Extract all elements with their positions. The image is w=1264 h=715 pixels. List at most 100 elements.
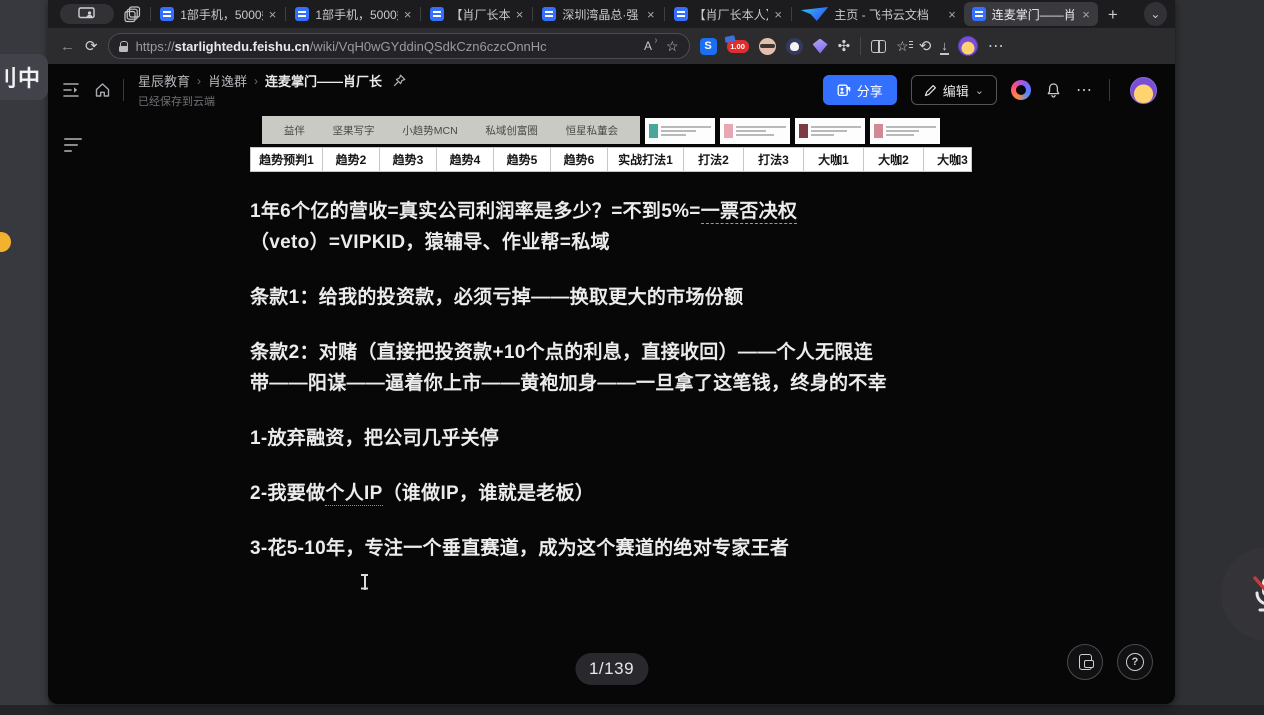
table-tab[interactable]: 实战打法1 xyxy=(608,148,684,171)
browser-tab-3[interactable]: 【肖厂长本人】 × xyxy=(422,2,531,26)
lock-icon[interactable] xyxy=(119,41,128,52)
share-button[interactable]: 分享 xyxy=(823,75,897,105)
home-icon[interactable] xyxy=(94,82,111,98)
breadcrumb-item-folder[interactable]: 肖逸群 xyxy=(208,71,247,90)
bookmark-star-icon[interactable]: ☆ xyxy=(666,38,679,55)
feishu-document-app: 星辰教育 › 肖逸群 › 连麦掌门——肖厂长 已经保存到云端 xyxy=(48,64,1175,704)
browser-tab-4[interactable]: 深圳湾晶总·强 × xyxy=(534,2,662,26)
paragraph-6: 3-花5-10年，专注一个垂直赛道，成为这个赛道的绝对专家王者 xyxy=(250,533,990,564)
comments-float-button[interactable] xyxy=(1067,644,1103,680)
refresh-icon[interactable]: ⟳ xyxy=(85,39,98,54)
benefit-label: 坚果写字 xyxy=(333,123,375,138)
bell-icon[interactable] xyxy=(1045,82,1062,99)
browser-tab-active[interactable]: 连麦掌门——肖厂 × xyxy=(964,2,1098,26)
breadcrumb-item-space[interactable]: 星辰教育 xyxy=(138,71,190,90)
feishu-doc-favicon xyxy=(160,7,174,21)
chevron-down-icon: ⌄ xyxy=(1150,7,1160,21)
downloads-icon[interactable]: ↓ xyxy=(941,38,948,55)
gradient-ring-icon[interactable] xyxy=(1011,80,1031,100)
extension-ghost-icon[interactable] xyxy=(786,38,803,55)
browser-profile-avatar[interactable] xyxy=(958,36,978,56)
address-bar[interactable]: https://starlightedu.feishu.cn/wiki/VqH0… xyxy=(108,33,690,59)
mic-muted-bubble[interactable] xyxy=(1221,547,1264,641)
extension-price-badge-icon[interactable]: 1.00 xyxy=(727,40,749,53)
extension-avatar-icon[interactable] xyxy=(759,38,776,55)
desktop-bottom-strip xyxy=(0,705,1264,715)
help-icon: ? xyxy=(1126,653,1144,671)
browser-tab-1[interactable]: 1部手机，5000好 × xyxy=(152,2,284,26)
tab-divider xyxy=(420,7,421,21)
browser-menu-icon[interactable]: ⋯ xyxy=(988,36,1005,56)
doc-body-text[interactable]: 1年6个亿的营收=真实公司利润率是多少？=不到5%=一票否决权 （veto）=V… xyxy=(250,196,990,588)
edit-button[interactable]: 编辑 ⌄ xyxy=(911,75,997,105)
breadcrumb-item-current[interactable]: 连麦掌门——肖厂长 xyxy=(265,71,382,90)
table-tab[interactable]: 趋势6 xyxy=(551,148,608,171)
tab-divider xyxy=(664,7,665,21)
browser-tab-6[interactable]: 主页 - 飞书云文档 × xyxy=(793,2,964,26)
collections-icon[interactable]: ☆ xyxy=(896,38,909,55)
tab-close-icon[interactable]: × xyxy=(948,8,956,21)
tab-close-icon[interactable]: × xyxy=(774,8,782,21)
browser-tab-2[interactable]: 1部手机，5000好 × xyxy=(287,2,419,26)
table-tab[interactable]: 大咖2 xyxy=(864,148,924,171)
table-tab[interactable]: 趋势2 xyxy=(323,148,380,171)
table-tab[interactable]: 打法2 xyxy=(684,148,744,171)
desktop-left-strip xyxy=(0,0,48,705)
back-icon[interactable]: ← xyxy=(60,39,75,54)
browser-window: 1部手机，5000好 × 1部手机，5000好 × 【肖厂长本人】 × 深圳湾晶… xyxy=(48,0,1175,704)
paragraph-5: 2-我要做个人IP（谁做IP，谁就是老板） xyxy=(250,478,990,509)
table-tab[interactable]: 大咖1 xyxy=(804,148,864,171)
more-options-icon[interactable]: ⋯ xyxy=(1076,80,1093,100)
tab-divider xyxy=(285,7,286,21)
pin-icon[interactable] xyxy=(393,74,406,88)
table-thumbnail xyxy=(795,118,865,144)
benefit-label: 恒星私董会 xyxy=(566,123,619,138)
chevron-down-icon: ⌄ xyxy=(975,84,984,97)
expand-sidebar-icon[interactable] xyxy=(62,82,80,98)
doc-comment-icon xyxy=(1079,654,1092,670)
feishu-header: 星辰教育 › 肖逸群 › 连麦掌门——肖厂长 已经保存到云端 xyxy=(48,64,1175,116)
tab-strip: 1部手机，5000好 × 1部手机，5000好 × 【肖厂长本人】 × 深圳湾晶… xyxy=(48,0,1175,28)
read-aloud-icon[interactable]: A xyxy=(644,39,656,53)
tab-close-icon[interactable]: × xyxy=(647,8,655,21)
table-tab[interactable]: 趋势5 xyxy=(494,148,551,171)
tab-close-icon[interactable]: × xyxy=(516,8,524,21)
table-thumbnail xyxy=(645,118,715,144)
tab-close-icon[interactable]: × xyxy=(1082,8,1090,21)
tab-activity-button[interactable] xyxy=(60,4,114,24)
user-avatar[interactable] xyxy=(1130,77,1157,104)
breadcrumb-separator: › xyxy=(254,74,258,88)
tab-list-button[interactable]: ⌄ xyxy=(1144,2,1167,26)
workspaces-button[interactable] xyxy=(124,6,141,23)
tab-divider xyxy=(150,7,151,21)
doc-outline-toggle-icon[interactable] xyxy=(64,138,82,154)
new-tab-button[interactable]: + xyxy=(1098,6,1128,23)
extensions-icon[interactable]: ✣ xyxy=(838,39,851,54)
split-screen-icon[interactable] xyxy=(871,40,886,53)
table-tab[interactable]: 趋势4 xyxy=(437,148,494,171)
tab-divider xyxy=(791,7,792,21)
browser-tab-5[interactable]: 【肖厂长本人】 × xyxy=(666,2,790,26)
url-text[interactable]: https://starlightedu.feishu.cn/wiki/VqH0… xyxy=(136,39,636,54)
table-tab[interactable]: 趋势3 xyxy=(380,148,437,171)
header-divider xyxy=(123,79,124,101)
benefit-label: 益伴 xyxy=(284,123,305,138)
table-tab[interactable]: 打法3 xyxy=(744,148,804,171)
help-float-button[interactable]: ? xyxy=(1117,644,1153,680)
table-tab[interactable]: 趋势预判1 xyxy=(251,148,323,171)
extension-gem-icon[interactable] xyxy=(813,39,828,54)
feishu-doc-favicon xyxy=(542,7,556,21)
history-icon[interactable]: ⟲ xyxy=(919,39,932,54)
dotted-underlined-text: 个人IP xyxy=(325,483,382,506)
feishu-doc-favicon xyxy=(295,7,309,21)
table-header-row: 趋势预判1 趋势2 趋势3 趋势4 趋势5 趋势6 实战打法1 打法2 打法3 … xyxy=(250,147,972,172)
feishu-logo-favicon xyxy=(801,7,828,21)
feishu-doc-favicon xyxy=(430,7,444,21)
tab-close-icon[interactable]: × xyxy=(269,8,277,21)
table-tab[interactable]: 大咖3 xyxy=(924,148,981,171)
table-thumbnail xyxy=(720,118,790,144)
tab-close-icon[interactable]: × xyxy=(404,8,412,21)
extension-s-icon[interactable]: S xyxy=(700,38,717,55)
header-divider xyxy=(1109,79,1110,101)
paragraph-1: 1年6个亿的营收=真实公司利润率是多少？=不到5%=一票否决权 （veto）=V… xyxy=(250,196,990,258)
